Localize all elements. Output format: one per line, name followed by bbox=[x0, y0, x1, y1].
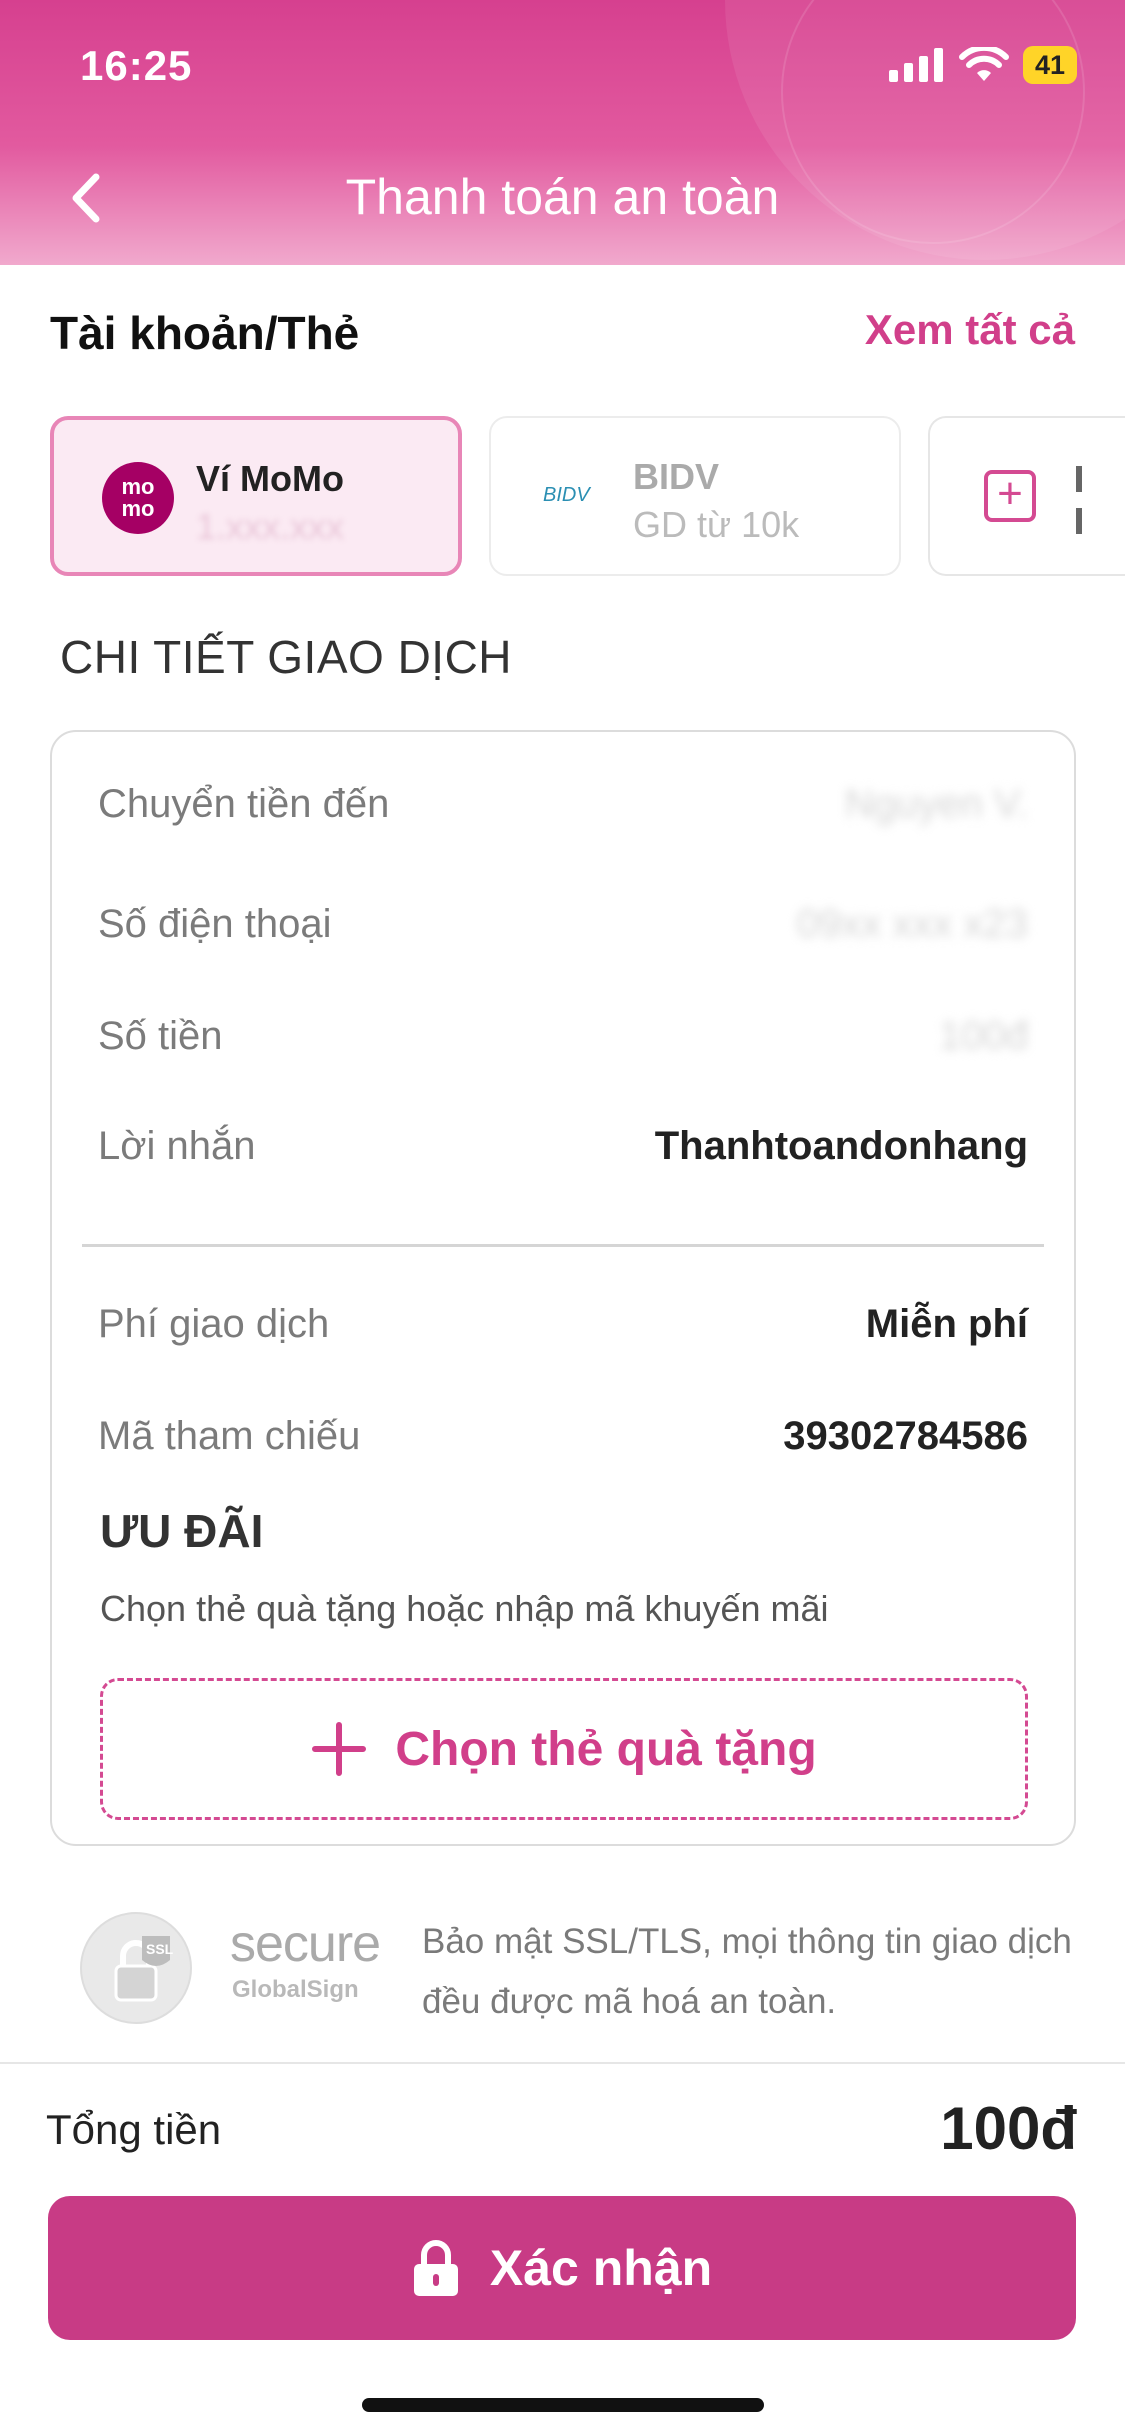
momo-logo: mo mo bbox=[102, 462, 174, 534]
secure-badge-text: secure bbox=[230, 1915, 381, 1973]
truncated-label bbox=[1076, 508, 1082, 534]
reference-value: 39302784586 bbox=[783, 1414, 1028, 1458]
lock-icon bbox=[413, 2240, 458, 2296]
home-indicator[interactable] bbox=[362, 2398, 764, 2412]
wifi-icon bbox=[958, 47, 1009, 81]
secure-badge-issuer: GlobalSign bbox=[232, 1976, 359, 2003]
amount-value-hidden: 100đ bbox=[939, 1014, 1028, 1058]
account-card-balance-hidden: 1.xxx.xxx bbox=[196, 506, 345, 547]
details-card: Chuyển tiền đến Nguyen V. Số điện thoại … bbox=[50, 730, 1076, 1846]
account-card-bidv[interactable]: BIDV BIDV GD từ 10k bbox=[489, 416, 901, 576]
choose-gift-card-label: Chọn thẻ quà tặng bbox=[395, 1722, 817, 1776]
details-divider bbox=[82, 1244, 1044, 1247]
add-account-card[interactable]: + bbox=[928, 416, 1125, 576]
status-time: 16:25 bbox=[80, 42, 193, 89]
security-note: Bảo mật SSL/TLS, mọi thông tin giao dịch… bbox=[422, 1922, 1072, 2021]
account-card-momo[interactable]: mo mo Ví MoMo 1.xxx.xxx bbox=[50, 416, 462, 576]
fee-value: Miễn phí bbox=[865, 1302, 1028, 1346]
ssl-lock-icon: SSL bbox=[80, 1912, 192, 2024]
page-title: Thanh toán an toàn bbox=[345, 169, 780, 225]
amount-label: Số tiền bbox=[98, 1014, 223, 1058]
battery-indicator: 41 bbox=[1022, 46, 1077, 84]
message-value: Thanhtoandonhang bbox=[654, 1124, 1028, 1168]
recipient-label: Chuyển tiền đến bbox=[98, 782, 390, 826]
secure-badge: SSL secure GlobalSign bbox=[80, 1908, 400, 2028]
truncated-label bbox=[1076, 466, 1082, 492]
phone-label: Số điện thoại bbox=[98, 902, 332, 946]
header: 16:25 41 Thanh toán an toàn bbox=[0, 0, 1125, 265]
confirm-button[interactable]: Xác nhận bbox=[48, 2196, 1076, 2340]
fee-label: Phí giao dịch bbox=[98, 1302, 330, 1346]
details-heading: CHI TIẾT GIAO DỊCH bbox=[60, 631, 513, 683]
message-label: Lời nhắn bbox=[98, 1124, 256, 1168]
confirm-button-label: Xác nhận bbox=[489, 2240, 713, 2296]
total-value: 100đ bbox=[940, 2095, 1077, 2162]
recipient-value-hidden: Nguyen V. bbox=[844, 782, 1028, 826]
choose-gift-card-button[interactable]: Chọn thẻ quà tặng bbox=[100, 1678, 1028, 1820]
see-all-link[interactable]: Xem tất cả bbox=[865, 306, 1075, 354]
plus-icon bbox=[312, 1722, 367, 1776]
reference-label: Mã tham chiếu bbox=[98, 1414, 361, 1458]
account-card-subtitle: GD từ 10k bbox=[633, 504, 800, 545]
accounts-heading: Tài khoản/Thẻ bbox=[50, 307, 360, 359]
account-card-title: Ví MoMo bbox=[196, 458, 344, 499]
bidv-logo: BIDV bbox=[543, 484, 590, 506]
total-label: Tổng tiền bbox=[46, 2106, 222, 2153]
status-icons: 41 bbox=[888, 46, 1077, 84]
footer-divider bbox=[0, 2062, 1125, 2064]
svg-text:SSL: SSL bbox=[146, 1941, 174, 1957]
signal-icon bbox=[888, 48, 943, 82]
add-card-icon: + bbox=[984, 470, 1036, 522]
account-card-title: BIDV bbox=[633, 456, 720, 497]
phone-value-hidden: 09xx xxx x23 bbox=[796, 902, 1028, 946]
promo-subtitle: Chọn thẻ quà tặng hoặc nhập mã khuyến mã… bbox=[100, 1588, 829, 1629]
promo-title: ƯU ĐÃI bbox=[100, 1505, 264, 1557]
